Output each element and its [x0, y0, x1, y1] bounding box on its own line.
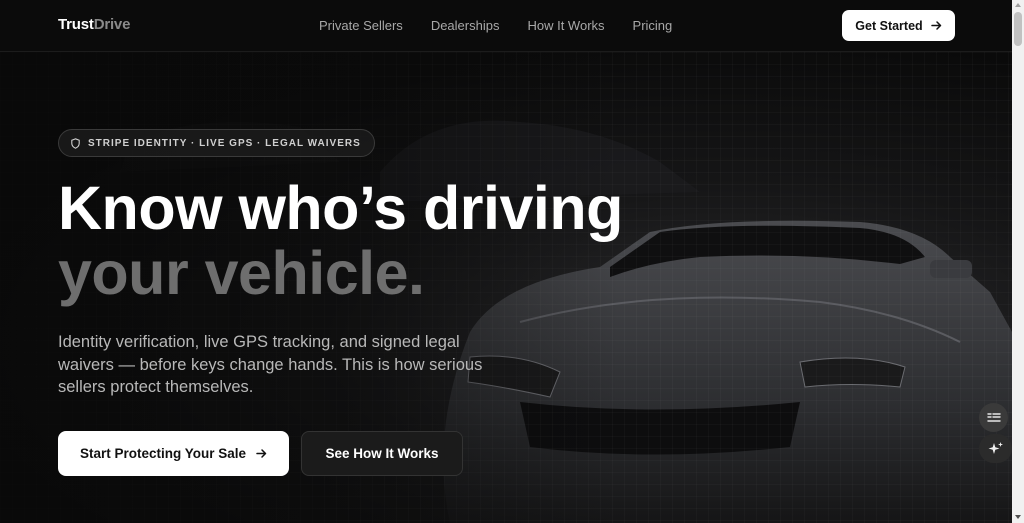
see-how-it-works-label: See How It Works — [325, 446, 439, 461]
hero-subtitle: Identity verification, live GPS tracking… — [58, 333, 483, 396]
notes-fab[interactable] — [979, 403, 1008, 432]
nav-link-private-sellers[interactable]: Private Sellers — [319, 18, 403, 33]
nav-link-pricing[interactable]: Pricing — [633, 18, 673, 33]
nav-links: Private Sellers Dealerships How It Works… — [319, 18, 672, 33]
headline-line-1: Know who’s driving — [58, 174, 623, 242]
shield-icon — [71, 137, 80, 149]
sparkles-icon — [988, 441, 1003, 454]
brand-logo[interactable]: TrustDrive — [58, 16, 130, 33]
get-started-button[interactable]: Get Started — [842, 10, 955, 41]
start-protecting-label: Start Protecting Your Sale — [79, 446, 247, 461]
get-started-label: Get Started — [855, 18, 923, 33]
top-navbar: TrustDrive Private Sellers Dealerships H… — [0, 0, 1012, 52]
brand-name-part2: Drive — [93, 16, 131, 33]
scroll-down-arrow-icon[interactable] — [1015, 515, 1021, 519]
ai-assistant-fab[interactable] — [979, 434, 1012, 463]
brand-name-part1: Trust — [58, 16, 94, 33]
feature-badge-text: STRIPE IDENTITY · LIVE GPS · LEGAL WAIVE… — [88, 137, 361, 149]
vertical-scrollbar[interactable] — [1012, 0, 1024, 523]
start-protecting-button[interactable]: Start Protecting Your Sale — [58, 431, 289, 476]
feature-badge: STRIPE IDENTITY · LIVE GPS · LEGAL WAIVE… — [58, 129, 375, 157]
scrollbar-thumb[interactable] — [1014, 12, 1022, 46]
notes-icon — [986, 412, 1001, 422]
nav-link-how-it-works[interactable]: How It Works — [527, 18, 604, 33]
hero-headline: Know who’s driving your vehicle. — [58, 176, 623, 306]
nav-link-dealerships[interactable]: Dealerships — [431, 18, 500, 33]
arrow-right-icon — [930, 21, 941, 30]
scroll-up-arrow-icon[interactable] — [1015, 3, 1021, 7]
headline-line-2: your vehicle. — [58, 239, 425, 307]
see-how-it-works-button[interactable]: See How It Works — [301, 431, 463, 476]
arrow-right-icon — [256, 449, 267, 458]
